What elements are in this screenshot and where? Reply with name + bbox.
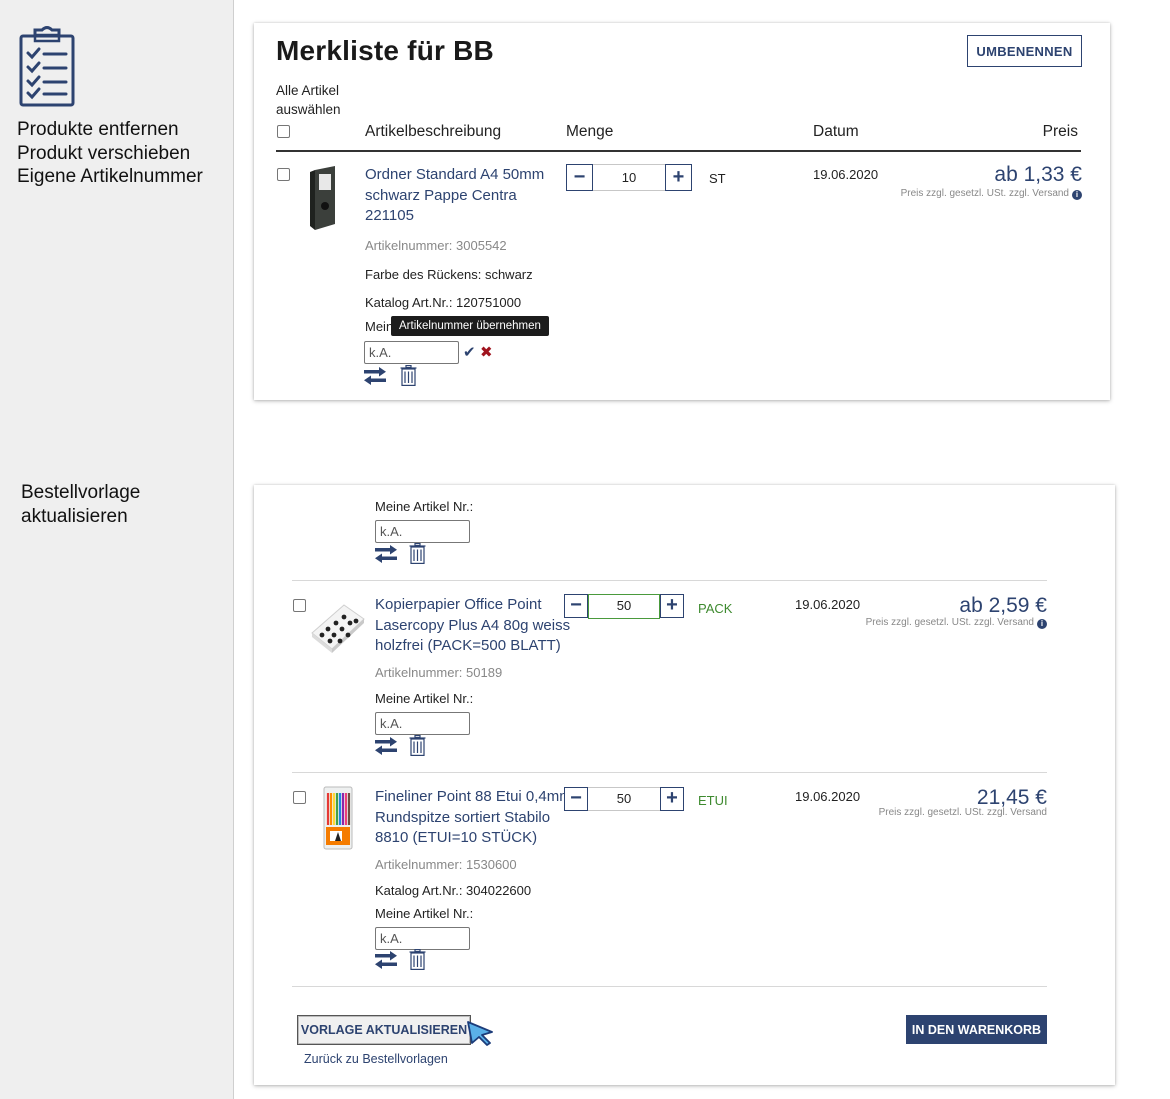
rename-button[interactable]: UMBENENNEN (967, 35, 1082, 67)
price-note: Preis zzgl. gesetzl. USt. zzgl. Versand (878, 807, 1047, 818)
item-checkbox[interactable] (293, 791, 306, 804)
sidebar-feature-list: Produkte entfernen Produkt verschieben E… (17, 118, 203, 189)
product-image-paper[interactable] (308, 597, 366, 658)
product-name-line: schwarz Pappe Centra (365, 186, 517, 204)
product-name-line: Lasercopy Plus A4 80g weiss (375, 616, 571, 634)
mouse-cursor-icon (466, 1020, 496, 1051)
quantity-input[interactable]: 50 (588, 594, 660, 619)
cancel-cross-icon[interactable]: ✖ (480, 343, 493, 361)
item-price: ab 2,59 € (959, 594, 1047, 617)
product-link[interactable]: Ordner Standard A4 50mm schwarz Pappe Ce… (365, 165, 544, 227)
product-image-binder[interactable] (309, 164, 339, 237)
item-date: 19.06.2020 (813, 167, 879, 182)
move-product-icon[interactable] (375, 545, 397, 568)
decrease-quantity-button[interactable]: − (566, 164, 593, 191)
column-header-description: Artikelbeschreibung (365, 123, 502, 140)
article-number: Artikelnummer: 1530600 (375, 857, 517, 872)
my-article-number-label: Meine Artikel Nr.: (375, 691, 474, 706)
increase-quantity-button[interactable]: + (660, 787, 684, 811)
page-title: Merkliste für BB (276, 35, 494, 66)
my-article-number-input[interactable]: k.A. (375, 520, 470, 543)
catalog-number: Katalog Art.Nr.: 120751000 (365, 295, 522, 310)
sidebar-note-update-template: Bestellvorlage aktualisieren (21, 481, 140, 528)
trash-icon[interactable] (409, 543, 426, 569)
column-header-price: Preis (1042, 123, 1078, 140)
trash-icon[interactable] (409, 949, 426, 975)
tooltip-apply-article-number: Artikelnummer übernehmen (391, 316, 549, 336)
order-template-card: Meine Artikel Nr.: k.A. Kopierpapier Off… (254, 485, 1115, 1085)
increase-quantity-button[interactable]: + (660, 594, 684, 618)
product-link[interactable]: Fineliner Point 88 Etui 0,4mm Rundspitze… (375, 787, 572, 849)
select-all-line: Alle Artikel (276, 83, 340, 98)
clipboard-checklist-icon (18, 26, 76, 113)
sidebar: Produkte entfernen Produkt verschieben E… (0, 0, 234, 1099)
product-name-line: Kopierpapier Office Point (375, 596, 542, 613)
catalog-number: Katalog Art.Nr.: 304022600 (375, 883, 532, 898)
my-article-number-input[interactable]: k.A. (375, 712, 470, 735)
quantity-stepper: − 50 + (564, 787, 684, 814)
sidebar-link-move-product: Produkt verschieben (17, 142, 191, 164)
update-template-button[interactable]: VORLAGE AKTUALISIEREN (297, 1015, 471, 1045)
price-note: Preis zzgl. gesetzl. USt. zzgl. Versand i (901, 188, 1082, 200)
move-product-icon[interactable] (364, 367, 386, 390)
my-article-number-label: Meine Artikel Nr.: (375, 499, 474, 514)
select-all-checkbox[interactable] (277, 125, 290, 138)
select-all-label: Alle Artikel auswählen (276, 81, 341, 119)
product-name-line: Fineliner Point 88 Etui 0,4mm (375, 788, 572, 805)
article-number: Artikelnummer: 3005542 (365, 238, 507, 253)
quantity-input[interactable]: 50 (588, 787, 660, 811)
sidebar-note-line: aktualisieren (21, 505, 128, 527)
move-product-icon[interactable] (375, 951, 397, 974)
quantity-stepper: − 50 + (564, 594, 684, 621)
unit-label: PACK (698, 601, 733, 616)
header-divider (276, 150, 1081, 152)
column-header-date: Datum (813, 123, 859, 140)
wishlist-card: Merkliste für BB UMBENENNEN Alle Artikel… (254, 23, 1110, 400)
quantity-stepper: − 10 + (566, 164, 692, 191)
product-name-line: Rundspitze sortiert Stabilo (375, 808, 551, 826)
item-date: 19.06.2020 (795, 597, 861, 612)
row-divider (292, 772, 1047, 773)
row-divider (292, 986, 1047, 987)
spine-color: Farbe des Rückens: schwarz (365, 267, 533, 282)
sidebar-note-line: Bestellvorlage (21, 482, 141, 503)
product-name-line: 221105 (365, 207, 414, 224)
back-to-templates-link[interactable]: Zurück zu Bestellvorlagen (304, 1052, 448, 1066)
select-all-line: auswählen (276, 102, 341, 117)
unit-label: ST (709, 171, 726, 186)
article-number: Artikelnummer: 50189 (375, 665, 503, 680)
row-divider (292, 580, 1047, 581)
product-name-line: Ordner Standard A4 50mm (365, 166, 545, 183)
my-article-number-input[interactable]: k.A. (364, 341, 459, 364)
decrease-quantity-button[interactable]: − (564, 787, 588, 811)
trash-icon[interactable] (409, 735, 426, 761)
quantity-input[interactable]: 10 (593, 164, 665, 191)
add-to-cart-button[interactable]: IN DEN WARENKORB (906, 1015, 1047, 1044)
sidebar-link-own-article-number: Eigene Artikelnummer (17, 166, 203, 187)
product-link[interactable]: Kopierpapier Office Point Lasercopy Plus… (375, 595, 570, 657)
product-name-line: holzfrei (PACK=500 BLATT) (375, 637, 561, 654)
sidebar-link-remove-products: Produkte entfernen (17, 119, 179, 140)
product-image-fineliner[interactable] (322, 785, 354, 856)
item-checkbox[interactable] (277, 168, 290, 181)
move-product-icon[interactable] (375, 737, 397, 760)
trash-icon[interactable] (400, 365, 417, 391)
item-checkbox[interactable] (293, 599, 306, 612)
info-icon[interactable]: i (1072, 190, 1082, 200)
decrease-quantity-button[interactable]: − (564, 594, 588, 618)
unit-label: ETUI (698, 793, 728, 808)
confirm-check-icon[interactable]: ✔ (463, 343, 476, 361)
my-article-number-label: Meine Artikel Nr.: (375, 906, 474, 921)
item-price: ab 1,33 € (994, 163, 1082, 186)
product-name-line: 8810 (ETUI=10 STÜCK) (375, 829, 538, 846)
increase-quantity-button[interactable]: + (665, 164, 692, 191)
my-article-number-input[interactable]: k.A. (375, 927, 470, 950)
price-note: Preis zzgl. gesetzl. USt. zzgl. Versand i (866, 617, 1047, 629)
column-header-quantity: Menge (566, 123, 614, 140)
my-article-number-label: Mein (365, 319, 394, 334)
price-note-text: Preis zzgl. gesetzl. USt. zzgl. Versand (900, 188, 1069, 199)
item-date: 19.06.2020 (795, 789, 861, 804)
price-note-text: Preis zzgl. gesetzl. USt. zzgl. Versand (865, 617, 1034, 628)
info-icon[interactable]: i (1037, 619, 1047, 629)
